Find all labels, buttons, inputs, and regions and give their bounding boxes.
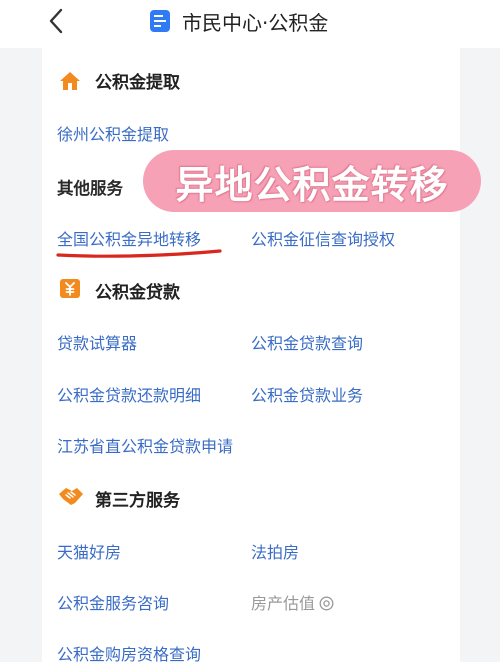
transfer-sticker-overlay: 异地公积金转移 (143, 150, 481, 212)
link-loan-business[interactable]: 公积金贷款业务 (251, 382, 363, 406)
title-group: 市民中心·公积金 (150, 8, 329, 35)
section-title-loan: 公积金贷款 (95, 283, 180, 303)
link-service-consult[interactable]: 公积金服务咨询 (57, 590, 169, 614)
chevron-left-icon[interactable] (44, 6, 70, 36)
link-repayment-detail[interactable]: 公积金贷款还款明细 (57, 382, 201, 406)
handshake-icon (59, 488, 83, 505)
house-valuation-label: 房产估值 (251, 594, 316, 613)
document-icon (150, 10, 170, 32)
link-house-valuation[interactable]: 房产估值 (251, 590, 334, 614)
refresh-circle-icon (319, 596, 334, 611)
link-purchase-eligibility[interactable]: 公积金购房资格查询 (57, 641, 201, 662)
section-title-third: 第三方服务 (95, 491, 180, 511)
top-bar: 市民中心·公积金 (0, 0, 500, 48)
house-icon (60, 72, 80, 90)
link-auction-house[interactable]: 法拍房 (251, 539, 299, 563)
link-loan-query[interactable]: 公积金贷款查询 (251, 330, 363, 354)
section-title-withdraw: 公积金提取 (95, 73, 180, 93)
link-xuzhou-withdraw[interactable]: 徐州公积金提取 (57, 121, 169, 145)
link-tmall-house[interactable]: 天猫好房 (57, 539, 121, 563)
section-title-other: 其他服务 (57, 179, 123, 198)
link-loan-calculator[interactable]: 贷款试算器 (57, 330, 137, 354)
sticker-text: 异地公积金转移 (175, 162, 449, 207)
page-title: 市民中心·公积金 (182, 10, 329, 35)
link-jiangsu-loan-apply[interactable]: 江苏省直公积金贷款申请 (57, 433, 233, 457)
money-icon (60, 279, 80, 298)
link-credit-authorization[interactable]: 公积金征信查询授权 (251, 226, 395, 250)
red-underline-annotation (56, 249, 222, 258)
